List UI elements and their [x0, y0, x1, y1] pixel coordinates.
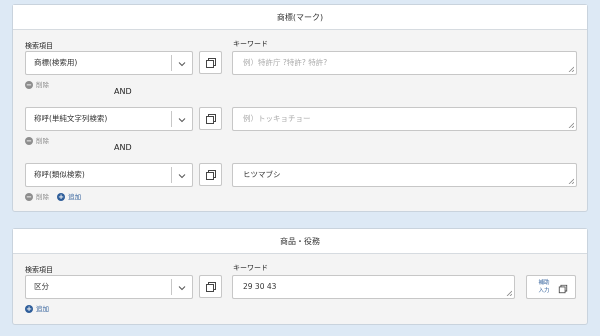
- goods-copy-row-button[interactable]: [199, 275, 222, 298]
- search-item-label: 検索項目: [25, 266, 53, 274]
- select-divider: [171, 111, 172, 127]
- trademark-panel: 商標(マーク) 検索項目 キーワード 商標(検索用) 例）特許庁 ?特許? 特許…: [12, 4, 588, 212]
- search-item-select-1[interactable]: 商標(検索用): [25, 51, 193, 75]
- search-item-select-3-value: 称呼(類似検索): [34, 170, 85, 179]
- keyword-placeholder-1: 例）特許庁 ?特許? 特許?: [243, 58, 328, 67]
- trademark-panel-title: 商標(マーク): [13, 5, 587, 30]
- copy-icon: [206, 170, 216, 180]
- copy-icon: [206, 114, 216, 124]
- search-item-select-3[interactable]: 称呼(類似検索): [25, 163, 193, 187]
- keyword-textarea-3[interactable]: ヒツマブシ: [232, 163, 577, 187]
- copy-row-button-2[interactable]: [199, 107, 222, 130]
- keyword-label: キーワード: [233, 264, 268, 272]
- search-item-label: 検索項目: [25, 42, 53, 50]
- select-divider: [171, 55, 172, 71]
- input-helper-button[interactable]: 補助 入力: [526, 275, 576, 299]
- keyword-label: キーワード: [233, 40, 268, 48]
- chevron-down-icon: [178, 286, 186, 291]
- select-divider: [171, 279, 172, 295]
- copy-icon: [558, 284, 568, 294]
- and-operator-2: AND: [114, 143, 132, 152]
- delete-row-1[interactable]: − 削除: [25, 80, 49, 90]
- goods-services-panel: 商品・役務 検索項目 キーワード 区分 29 30 43 補助 入力 + 追加: [12, 228, 588, 325]
- row-actions-3: − 削除 + 追加: [25, 192, 81, 202]
- minus-circle-icon: −: [25, 193, 33, 201]
- resize-grip-icon[interactable]: [568, 122, 574, 128]
- search-item-select-1-value: 商標(検索用): [34, 58, 78, 67]
- plus-circle-icon: +: [25, 305, 33, 313]
- select-divider: [171, 167, 172, 183]
- resize-grip-icon[interactable]: [568, 66, 574, 72]
- minus-circle-icon: −: [25, 137, 33, 145]
- goods-search-item-select[interactable]: 区分: [25, 275, 193, 299]
- copy-row-button-3[interactable]: [199, 163, 222, 186]
- goods-services-panel-title: 商品・役務: [13, 229, 587, 254]
- minus-circle-icon: −: [25, 81, 33, 89]
- keyword-value-3: ヒツマブシ: [243, 170, 281, 179]
- chevron-down-icon: [178, 174, 186, 179]
- delete-row-3[interactable]: − 削除: [25, 193, 49, 201]
- add-row-button[interactable]: + 追加: [57, 193, 81, 201]
- resize-grip-icon[interactable]: [568, 178, 574, 184]
- copy-icon: [206, 282, 216, 292]
- goods-search-item-value: 区分: [34, 282, 49, 291]
- chevron-down-icon: [178, 118, 186, 123]
- goods-keyword-value: 29 30 43: [243, 282, 277, 291]
- delete-row-2[interactable]: − 削除: [25, 136, 49, 146]
- plus-circle-icon: +: [57, 193, 66, 201]
- input-helper-label: 補助 入力: [538, 280, 550, 294]
- goods-keyword-textarea[interactable]: 29 30 43: [232, 275, 515, 299]
- chevron-down-icon: [178, 62, 186, 67]
- resize-grip-icon[interactable]: [506, 290, 512, 296]
- search-item-select-2-value: 称呼(単純文字列検索): [34, 114, 108, 123]
- and-operator-1: AND: [114, 87, 132, 96]
- goods-add-row-button[interactable]: + 追加: [25, 304, 49, 314]
- keyword-placeholder-2: 例）トッキョチョー: [243, 114, 311, 123]
- copy-icon: [206, 58, 216, 68]
- copy-row-button-1[interactable]: [199, 51, 222, 74]
- search-item-select-2[interactable]: 称呼(単純文字列検索): [25, 107, 193, 131]
- keyword-textarea-1[interactable]: 例）特許庁 ?特許? 特許?: [232, 51, 577, 75]
- keyword-textarea-2[interactable]: 例）トッキョチョー: [232, 107, 577, 131]
